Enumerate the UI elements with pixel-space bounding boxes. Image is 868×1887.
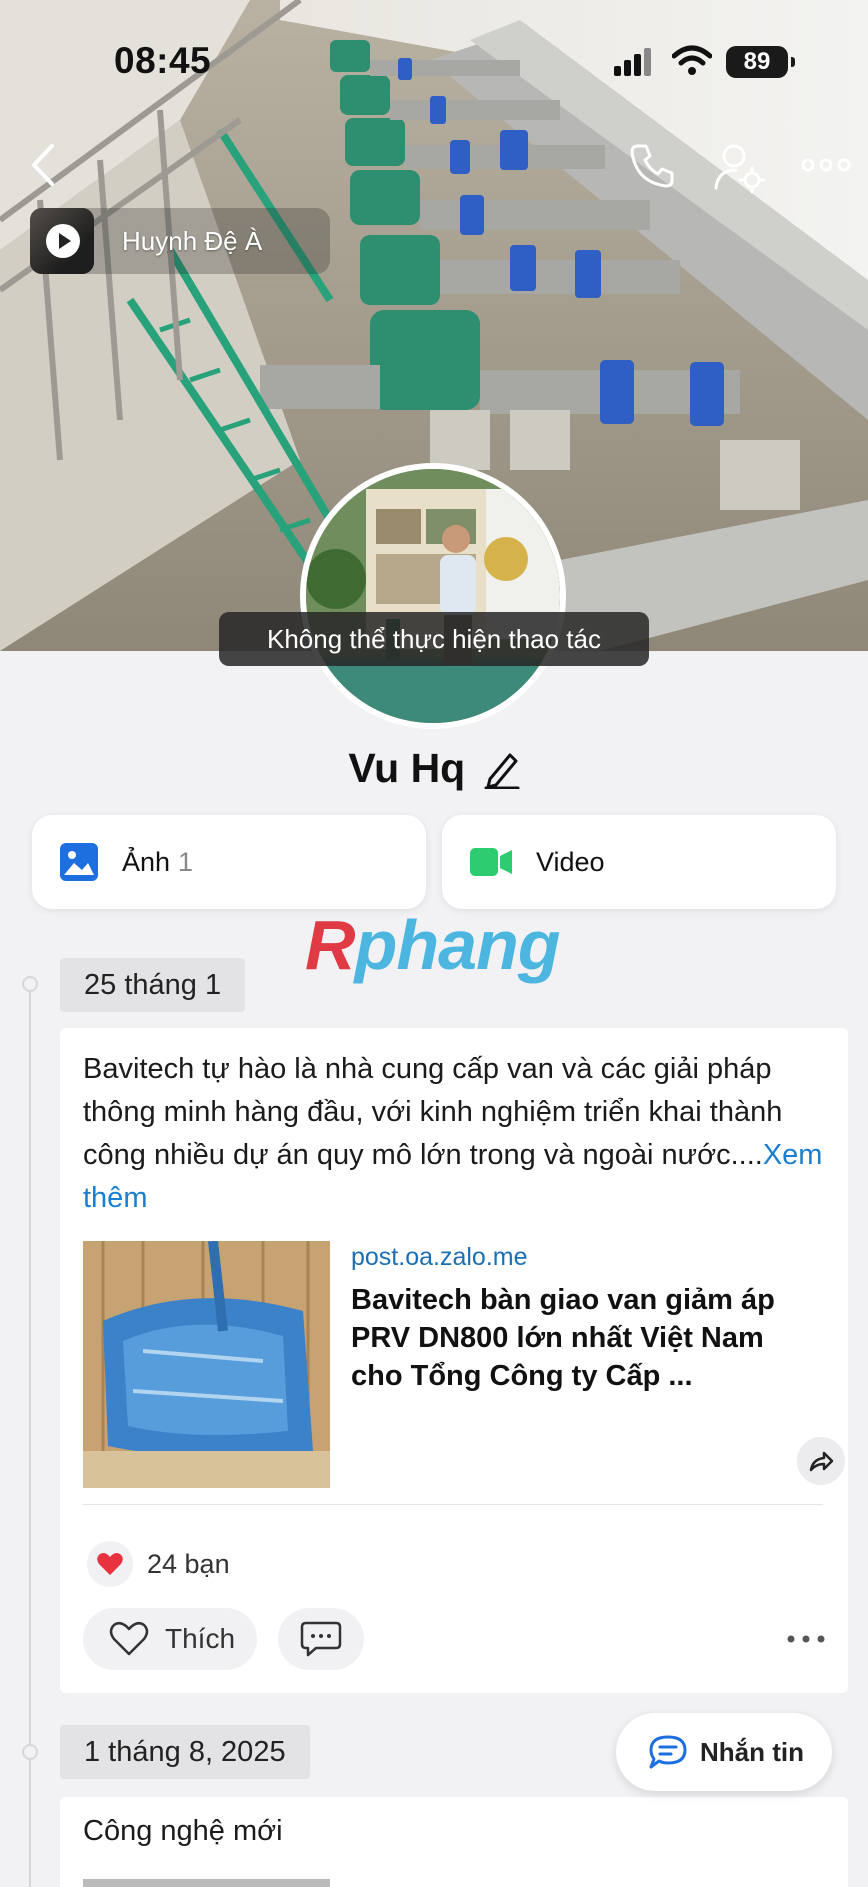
profile-name: Vu Hq [348,745,466,791]
battery-indicator: 89 [726,46,795,78]
timeline-dot [22,1744,38,1760]
chat-bubble-icon [649,1735,687,1769]
video-camera-icon [470,848,512,876]
link-thumbnail [83,1241,330,1488]
status-time: 08:45 [114,40,212,81]
date-badge: 25 tháng 1 [60,958,246,1012]
story-thumbnail [30,208,94,274]
story-author-name: Huynh Đệ À [122,225,263,256]
like-label: Thích [165,1623,236,1654]
timeline-post[interactable]: Công nghệ mới [60,1797,848,1887]
share-arrow-icon [809,1451,834,1472]
play-icon [46,224,80,258]
reaction-summary[interactable]: 24 bạn [87,1540,230,1588]
date-badge: 1 tháng 8, 2025 [60,1725,310,1779]
comment-button[interactable] [278,1608,364,1670]
link-preview[interactable]: post.oa.zalo.me Bavitech bàn giao van gi… [83,1241,845,1491]
chevron-left-icon[interactable] [24,140,64,190]
post-text: Bavitech tự hào là nhà cung cấp van và c… [83,1053,823,1214]
user-gear-icon[interactable] [712,140,768,196]
message-button-label: Nhắn tin [700,1736,804,1767]
post-image [83,1879,330,1887]
photos-count: 1 [178,846,194,877]
error-toast: Không thể thực hiện thao tác [219,612,649,666]
pencil-icon[interactable] [484,749,520,789]
wifi-icon [672,45,712,75]
post-options-icon[interactable] [786,1633,826,1645]
timeline-dot [22,976,38,992]
videos-tab[interactable]: Video [442,815,836,909]
profile-avatar[interactable] [300,463,566,729]
reaction-count: 24 bạn [147,1548,230,1579]
message-button[interactable]: Nhắn tin [616,1713,832,1791]
heart-reaction-icon [87,1541,133,1587]
profile-page: 08:45 89 Huynh Đệ À Không thể thực hiện … [0,0,868,1887]
like-button[interactable]: Thích [83,1608,257,1670]
link-domain: post.oa.zalo.me [351,1243,528,1271]
signal-icon [614,48,651,76]
link-title: Bavitech bàn giao van giảm áp PRV DN800 … [351,1284,775,1392]
share-button[interactable] [797,1437,845,1485]
timeline-post[interactable]: Bavitech tự hào là nhà cung cấp van và c… [60,1028,848,1693]
phone-icon[interactable] [626,140,678,192]
photos-tab-label: Ảnh [122,846,171,877]
comment-icon [300,1621,342,1657]
profile-name-row: Vu Hq [0,745,868,792]
post-divider [83,1504,823,1505]
photos-tab[interactable]: Ảnh 1 [32,815,426,909]
image-icon [60,843,98,881]
post-text: Công nghệ mới [83,1815,283,1847]
ellipsis-icon[interactable] [800,152,852,178]
watermark-logo: Rphang [305,906,561,984]
videos-tab-label: Video [536,846,605,877]
story-chip[interactable]: Huynh Đệ À [30,208,330,274]
heart-outline-icon [109,1621,149,1656]
status-bar: 08:45 89 [0,0,868,110]
